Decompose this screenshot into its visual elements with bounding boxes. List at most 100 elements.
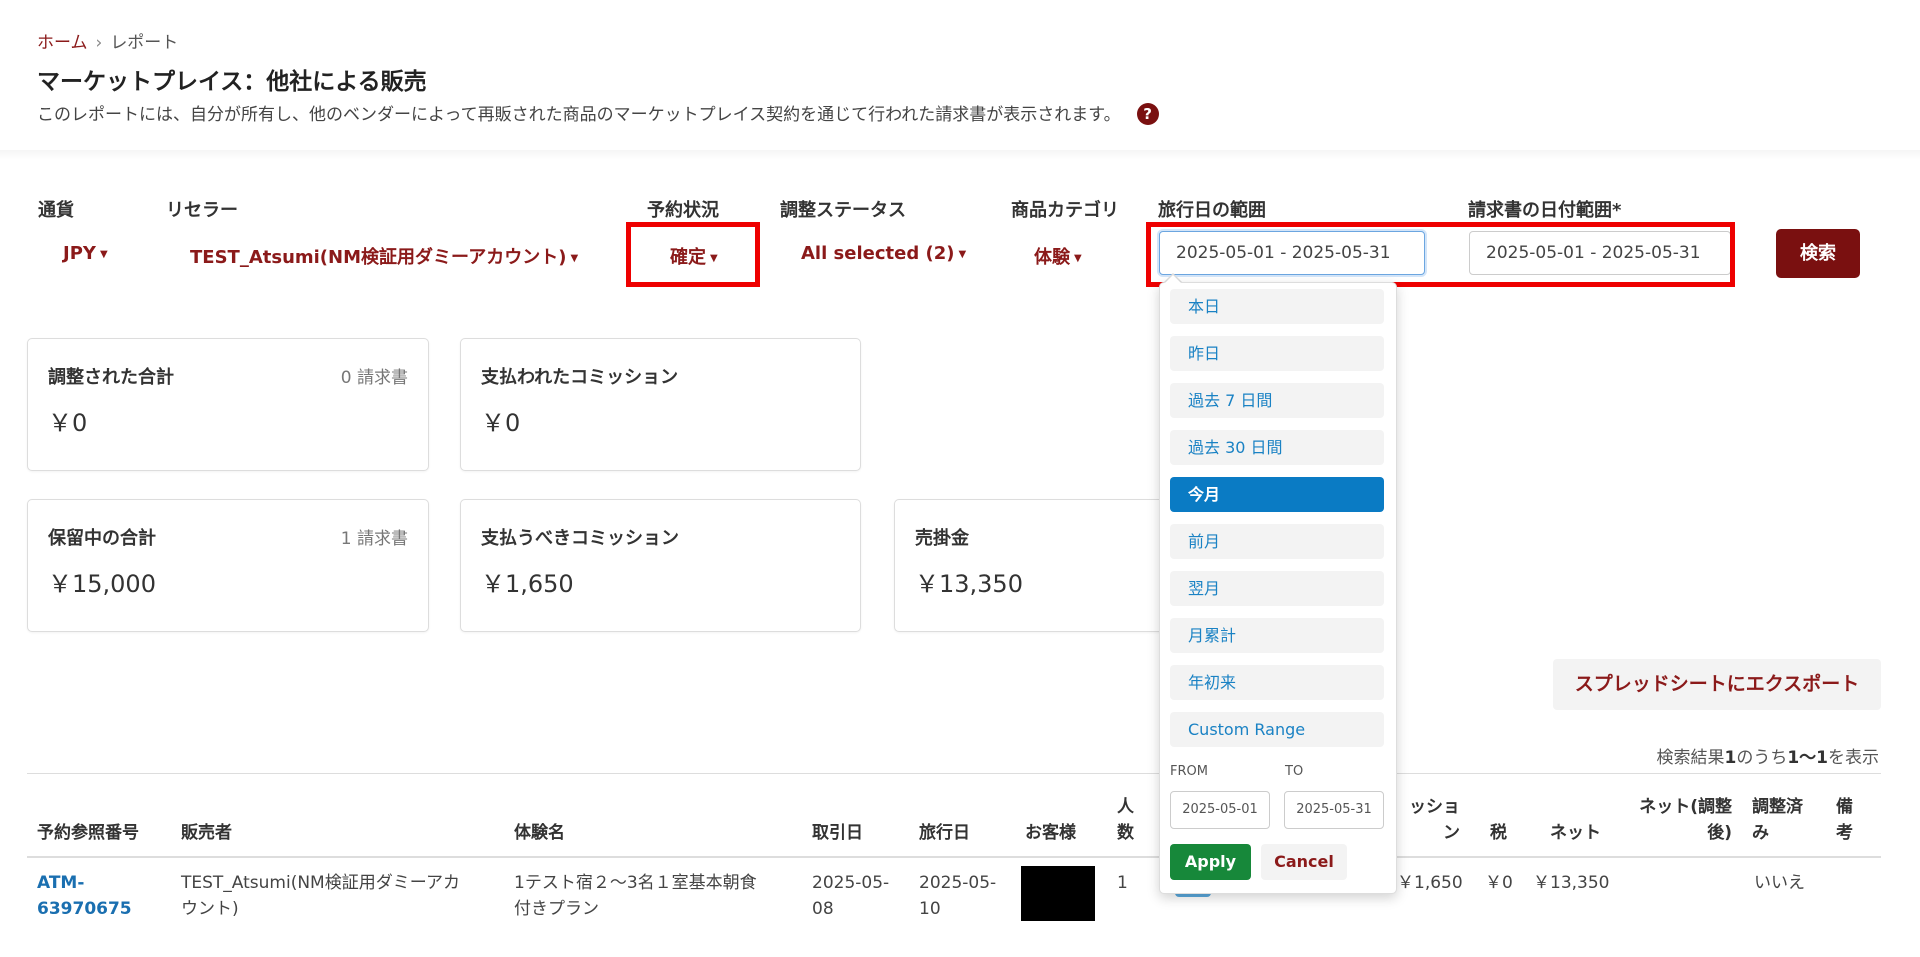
experience-cell-line1: 1テスト宿２～3名１室基本朝食 bbox=[514, 873, 757, 893]
payable-commission-label: 支払うべきコミッション bbox=[481, 528, 679, 549]
col-commission-header[interactable]: ッション bbox=[1396, 794, 1460, 846]
breadcrumb-home-link[interactable]: ホーム bbox=[37, 33, 88, 53]
range-option-last-month[interactable]: 前月 bbox=[1170, 524, 1384, 559]
range-option-custom[interactable]: Custom Range bbox=[1170, 712, 1384, 747]
held-total-value: ￥15,000 bbox=[48, 570, 156, 598]
breadcrumb-separator: › bbox=[95, 33, 103, 53]
col-people-header[interactable]: 人数 bbox=[1117, 794, 1134, 846]
results-summary: 検索結果1のうち1〜1を表示 bbox=[1656, 743, 1879, 768]
travel-date-range-label: 旅行日の範囲 bbox=[1158, 200, 1266, 221]
reseller-dropdown[interactable]: TEST_Atsumi(NM検証用ダミーアカウント) ▼ bbox=[190, 243, 578, 269]
col-commission-line1: ッショ bbox=[1409, 797, 1460, 817]
paid-commission-value: ￥0 bbox=[481, 409, 521, 437]
range-option-last-30-days[interactable]: 過去 30 日間 bbox=[1170, 430, 1384, 465]
invoice-date-range-label: 請求書の日付範囲* bbox=[1468, 200, 1622, 221]
col-experience-header[interactable]: 体験名 bbox=[514, 820, 565, 846]
col-customer-header[interactable]: お客様 bbox=[1025, 820, 1076, 846]
product-category-label: 商品カテゴリ bbox=[1011, 200, 1119, 221]
experience-cell: 1テスト宿２～3名１室基本朝食 付きプラン bbox=[514, 870, 757, 922]
seller-cell-line1: TEST_Atsumi(NM検証用ダミーアカ bbox=[181, 873, 461, 893]
adjusted-total-value: ￥0 bbox=[48, 409, 88, 437]
to-date-input[interactable]: 2025-05-31 bbox=[1284, 791, 1384, 829]
adjusted-total-label: 調整された合計 bbox=[48, 367, 174, 388]
page-title: マーケットプレイス：他社による販売 bbox=[37, 69, 427, 95]
dropdown-arrow-inner bbox=[1165, 275, 1181, 283]
table-top-border bbox=[27, 773, 1881, 774]
customer-redacted-block bbox=[1021, 866, 1095, 921]
adjustment-status-label: 調整ステータス bbox=[780, 200, 906, 221]
date-range-highlight bbox=[1146, 222, 1735, 287]
seller-cell: TEST_Atsumi(NM検証用ダミーアカ ウント) bbox=[181, 870, 460, 922]
date-range-picker: 本日 昨日 過去 7 日間 過去 30 日間 今月 前月 翌月 月累計 年初来 … bbox=[1159, 282, 1397, 894]
apply-button[interactable]: Apply bbox=[1170, 844, 1251, 880]
col-people-line2: 数 bbox=[1117, 823, 1134, 843]
col-tax-header[interactable]: 税 bbox=[1490, 820, 1507, 846]
breadcrumb: ホーム › レポート bbox=[37, 28, 178, 53]
results-prefix: 検索結果 bbox=[1656, 748, 1725, 768]
search-button[interactable]: 検索 bbox=[1776, 229, 1860, 278]
currency-label: 通貨 bbox=[38, 200, 74, 221]
col-seller-header[interactable]: 販売者 bbox=[181, 820, 232, 846]
currency-value: JPY bbox=[63, 243, 96, 264]
header-divider bbox=[0, 150, 1920, 160]
caret-down-icon: ▼ bbox=[958, 249, 967, 260]
col-notes-line2: 考 bbox=[1836, 823, 1853, 843]
col-trade-date-header[interactable]: 取引日 bbox=[812, 820, 863, 846]
caret-down-icon: ▼ bbox=[1074, 253, 1082, 264]
col-net-adjusted-header[interactable]: ネット(調整 後) bbox=[1620, 794, 1732, 846]
help-icon[interactable]: ? bbox=[1136, 103, 1159, 125]
col-travel-date-header[interactable]: 旅行日 bbox=[919, 820, 970, 846]
travel-date-line1: 2025-05- bbox=[919, 873, 997, 893]
adjustment-status-value: All selected (2) bbox=[801, 243, 955, 264]
cancel-button[interactable]: Cancel bbox=[1261, 844, 1347, 880]
adjusted-total-count: 0 請求書 bbox=[340, 368, 408, 388]
col-net-adjusted-line2: 後) bbox=[1707, 823, 1732, 843]
currency-dropdown[interactable]: JPY ▼ bbox=[63, 243, 108, 264]
range-option-month-to-date[interactable]: 月累計 bbox=[1170, 618, 1384, 653]
col-ref-header[interactable]: 予約参照番号 bbox=[37, 820, 139, 846]
col-adjusted-header[interactable]: 調整済み bbox=[1752, 794, 1803, 846]
travel-date-line2: 10 bbox=[919, 899, 941, 919]
range-option-year-to-date[interactable]: 年初来 bbox=[1170, 665, 1384, 700]
col-adjusted-line2: み bbox=[1752, 823, 1769, 843]
range-option-last-7-days[interactable]: 過去 7 日間 bbox=[1170, 383, 1384, 418]
caret-down-icon: ▼ bbox=[99, 249, 108, 260]
booking-ref-link[interactable]: ATM- 63970675 bbox=[37, 870, 132, 922]
booking-status-label: 予約状況 bbox=[647, 200, 719, 221]
from-date-input[interactable]: 2025-05-01 bbox=[1170, 791, 1270, 829]
export-spreadsheet-button[interactable]: スプレッドシートにエクスポート bbox=[1553, 659, 1881, 710]
range-option-yesterday[interactable]: 昨日 bbox=[1170, 336, 1384, 371]
range-option-next-month[interactable]: 翌月 bbox=[1170, 571, 1384, 606]
col-people-line1: 人 bbox=[1117, 797, 1134, 817]
to-label: TO bbox=[1285, 764, 1304, 779]
adjusted-total-card: 調整された合計 0 請求書 ￥0 bbox=[27, 338, 429, 471]
held-total-card: 保留中の合計 1 請求書 ￥15,000 bbox=[27, 499, 429, 632]
results-range: 1〜1 bbox=[1787, 748, 1828, 768]
experience-cell-line2: 付きプラン bbox=[514, 899, 599, 919]
booking-ref-line2: 63970675 bbox=[37, 899, 132, 919]
payable-commission-value: ￥1,650 bbox=[481, 570, 574, 598]
col-commission-line2: ン bbox=[1443, 823, 1460, 843]
from-label: FROM bbox=[1170, 764, 1208, 779]
booking-status-highlight bbox=[626, 222, 760, 287]
payable-commission-card: 支払うべきコミッション ￥1,650 bbox=[460, 499, 861, 632]
table-header-border bbox=[27, 856, 1881, 858]
held-total-count: 1 請求書 bbox=[340, 529, 408, 549]
col-net-header[interactable]: ネット bbox=[1550, 820, 1601, 846]
trade-date-line1: 2025-05- bbox=[812, 873, 890, 893]
product-category-dropdown[interactable]: 体験 ▼ bbox=[1034, 243, 1082, 269]
paid-commission-card: 支払われたコミッション ￥0 bbox=[460, 338, 861, 471]
results-total: 1 bbox=[1724, 748, 1737, 768]
adjustment-status-dropdown[interactable]: All selected (2) ▼ bbox=[801, 243, 966, 264]
net-cell: ￥13,350 bbox=[1533, 873, 1610, 893]
range-option-this-month[interactable]: 今月 bbox=[1170, 477, 1384, 512]
trade-date-line2: 08 bbox=[812, 899, 834, 919]
paid-commission-label: 支払われたコミッション bbox=[481, 367, 679, 388]
range-option-today[interactable]: 本日 bbox=[1170, 289, 1384, 324]
page-description: このレポートには、自分が所有し、他のベンダーによって再販された商品のマーケットプ… bbox=[37, 100, 1159, 125]
col-notes-line1: 備 bbox=[1836, 797, 1853, 817]
tax-cell: ￥0 bbox=[1485, 873, 1513, 893]
adjusted-cell: いいえ bbox=[1754, 873, 1805, 893]
col-notes-header[interactable]: 備考 bbox=[1836, 794, 1853, 846]
trade-date-cell: 2025-05- 08 bbox=[812, 870, 889, 922]
